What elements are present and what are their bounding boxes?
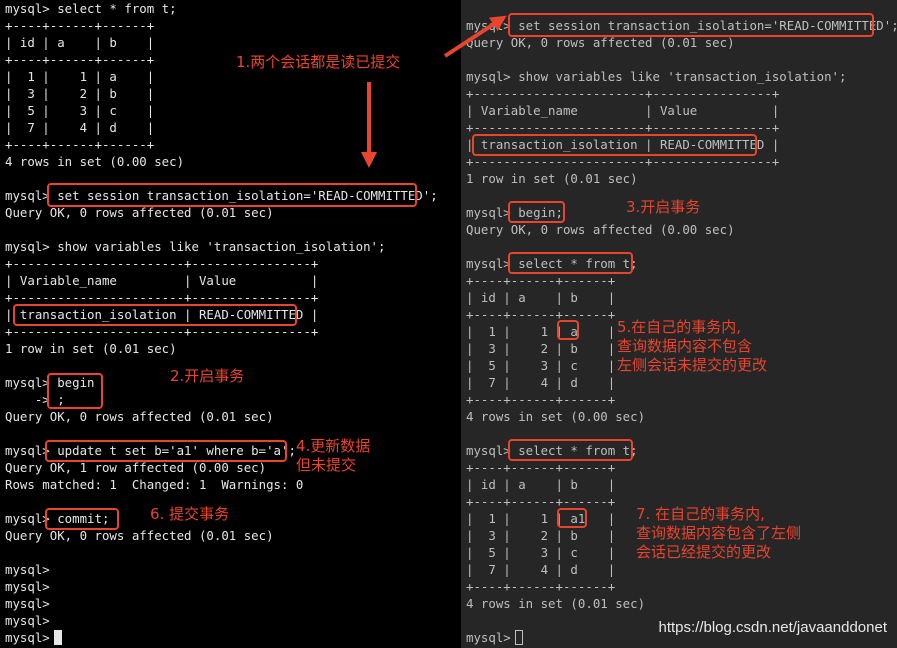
annotation-7: 7. 在自己的事务内, 查询数据内容包含了左侧 会话已经提交的更改 (636, 505, 802, 561)
terminal-line: Rows matched: 1 Changed: 1 Warnings: 0 (5, 477, 304, 492)
annotation-2: 2.开启事务 (170, 367, 245, 385)
terminal-line: +----+------+------+ (466, 307, 616, 322)
terminal-line: 1 row in set (0.01 sec) (5, 341, 177, 356)
terminal-line: | Variable_name | Value | (466, 103, 780, 118)
terminal-line: | id | a | b | (5, 35, 155, 50)
right-isolation-value-highlight (472, 134, 757, 156)
terminal-line: | 7 | 4 | d | (466, 375, 616, 390)
terminal-line: +----+------+------+ (5, 18, 155, 33)
terminal-line: | 7 | 4 | d | (466, 562, 616, 577)
right-value-a1-highlight (557, 508, 587, 528)
terminal-line: mysql> (5, 562, 50, 577)
terminal-line: | 1 | 1 | a | (466, 324, 616, 339)
terminal-line: | 5 | 3 | c | (5, 103, 155, 118)
terminal-line: +-----------------------+---------------… (466, 86, 780, 101)
terminal-line: 4 rows in set (0.00 sec) (466, 409, 646, 424)
terminal-line: | 1 | 1 | a1 | (466, 511, 616, 526)
terminal-line: 1 row in set (0.01 sec) (466, 171, 638, 186)
terminal-line: | 1 | 1 | a | (5, 69, 155, 84)
terminal-line: +----+------+------+ (5, 52, 155, 67)
annotation-6: 6. 提交事务 (150, 505, 230, 523)
terminal-line: mysql> show variables like 'transaction_… (466, 69, 847, 84)
left-isolation-value-highlight (13, 304, 297, 326)
right-cursor (515, 630, 523, 645)
terminal-line: | 3 | 2 | b | (5, 86, 155, 101)
terminal-line: 4 rows in set (0.01 sec) (466, 596, 646, 611)
terminal-line: +----+------+------+ (5, 137, 155, 152)
terminal-line: mysql> (5, 630, 50, 645)
right-set-isolation-highlight (508, 13, 874, 37)
right-select-2-highlight (508, 439, 633, 461)
annotation-3: 3.开启事务 (626, 198, 701, 216)
terminal-line: Query OK, 0 rows affected (0.01 sec) (5, 528, 274, 543)
left-begin-highlight (47, 373, 103, 409)
watermark: https://blog.csdn.net/javaanddonet (658, 619, 887, 636)
terminal-line: +----+------+------+ (466, 273, 616, 288)
terminal-line: +----+------+------+ (466, 579, 616, 594)
terminal-line: mysql> (5, 596, 50, 611)
right-begin-highlight (508, 201, 565, 223)
annotation-5: 5.在自己的事务内, 查询数据内容不包含 左侧会话未提交的更改 (617, 318, 768, 374)
terminal-line: Query OK, 0 rows affected (0.00 sec) (466, 222, 735, 237)
terminal-line: +-----------------------+---------------… (5, 256, 319, 271)
right-value-a-highlight (557, 320, 579, 340)
terminal-line: | 7 | 4 | d | (5, 120, 155, 135)
terminal-line: 4 rows in set (0.00 sec) (5, 154, 185, 169)
terminal-line: mysql> (5, 579, 50, 594)
terminal-line: Query OK, 0 rows affected (0.01 sec) (5, 409, 274, 424)
terminal-line: mysql> select * from t; (5, 1, 177, 16)
terminal-line: +----+------+------+ (466, 392, 616, 407)
left-set-isolation-highlight (47, 183, 417, 207)
terminal-line: | id | a | b | (466, 290, 616, 305)
left-update-highlight (45, 440, 287, 462)
left-commit-highlight (45, 508, 119, 530)
terminal-line: +----+------+------+ (466, 494, 616, 509)
left-cursor (54, 630, 62, 645)
terminal-line: | 3 | 2 | b | (466, 528, 616, 543)
terminal-line: | 5 | 3 | c | (466, 358, 616, 373)
terminal-line: | id | a | b | (466, 477, 616, 492)
terminal-line: | 3 | 2 | b | (466, 341, 616, 356)
annotation-4: 4.更新数据 但未提交 (296, 437, 371, 474)
annotation-1: 1.两个会话都是读已提交 (236, 53, 401, 71)
right-select-1-highlight (508, 252, 633, 274)
terminal-line: | 5 | 3 | c | (466, 545, 616, 560)
terminal-line: +----+------+------+ (466, 460, 616, 475)
terminal-line: mysql> show variables like 'transaction_… (5, 239, 386, 254)
terminal-line: mysql> (466, 630, 511, 645)
terminal-line: | Variable_name | Value | (5, 273, 319, 288)
terminal-line: mysql> (5, 613, 50, 628)
